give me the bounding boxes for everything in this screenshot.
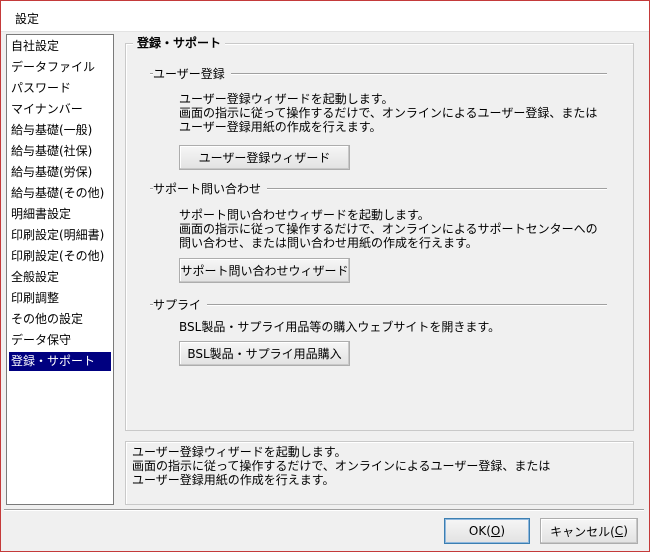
support-inquiry-wizard-button[interactable]: サポート問い合わせウィザード — [179, 258, 350, 283]
settings-category-list[interactable]: 自社設定 データファイル パスワード マイナンバー 給与基礎(一般) 給与基礎(… — [6, 34, 114, 505]
nav-item-print-other[interactable]: 印刷設定(その他) — [9, 247, 111, 266]
title-bar[interactable]: 設定 — [1, 1, 649, 32]
supply-divider — [150, 304, 607, 306]
nav-item-print-adjust[interactable]: 印刷調整 — [9, 289, 111, 308]
support-desc-2: 画面の指示に従って操作するだけで、オンラインによるサポートセンターへの — [179, 222, 598, 236]
ok-button[interactable]: OK(O) — [444, 518, 530, 544]
nav-item-salary-general[interactable]: 給与基礎(一般) — [9, 121, 111, 140]
supply-desc-1: BSL製品・サプライ用品等の購入ウェブサイトを開きます。 — [179, 320, 501, 334]
support-desc-1: サポート問い合わせウィザードを起動します。 — [179, 208, 430, 222]
nav-item-data-maintenance[interactable]: データ保守 — [9, 331, 111, 350]
user-reg-desc-1: ユーザー登録ウィザードを起動します。 — [179, 92, 394, 106]
cancel-button-suffix: ) — [623, 524, 628, 538]
nav-item-print-statement[interactable]: 印刷設定(明細書) — [9, 226, 111, 245]
nav-item-salary-other[interactable]: 給与基礎(その他) — [9, 184, 111, 203]
panel-title: 登録・サポート — [133, 34, 226, 52]
ok-button-suffix: ) — [500, 524, 506, 538]
ok-button-accel: O — [490, 524, 501, 538]
nav-item-salary-social[interactable]: 給与基礎(社保) — [9, 142, 111, 161]
cancel-button[interactable]: キャンセル(C) — [540, 518, 638, 544]
nav-item-company[interactable]: 自社設定 — [9, 37, 111, 56]
nav-item-my-number[interactable]: マイナンバー — [9, 100, 111, 119]
user-reg-label: ユーザー登録 — [153, 66, 231, 82]
nav-item-password[interactable]: パスワード — [9, 79, 111, 98]
help-line-1: ユーザー登録ウィザードを起動します。 — [132, 445, 347, 459]
support-label: サポート問い合わせ — [153, 181, 268, 197]
supply-label: サプライ — [153, 297, 208, 313]
help-line-3: ユーザー登録用紙の作成を行えます。 — [132, 473, 335, 487]
support-desc-3: 問い合わせ、または問い合わせ用紙の作成を行えます。 — [179, 236, 478, 250]
window-title: 設定 — [15, 12, 40, 26]
nav-item-other-settings[interactable]: その他の設定 — [9, 310, 111, 329]
user-reg-desc-3: ユーザー登録用紙の作成を行えます。 — [179, 120, 382, 134]
ok-button-label: OK( — [468, 524, 491, 538]
user-registration-wizard-button[interactable]: ユーザー登録ウィザード — [179, 145, 350, 170]
user-reg-desc-2: 画面の指示に従って操作するだけで、オンラインによるユーザー登録、または — [179, 106, 598, 120]
cancel-button-label: キャンセル( — [550, 524, 615, 539]
bsl-supply-purchase-button[interactable]: BSL製品・サプライ用品購入 — [179, 341, 350, 366]
nav-item-salary-labor[interactable]: 給与基礎(労保) — [9, 163, 111, 182]
help-line-2: 画面の指示に従って操作するだけで、オンラインによるユーザー登録、または — [132, 459, 551, 473]
nav-item-registration-support[interactable]: 登録・サポート — [9, 352, 111, 371]
cancel-button-accel: C — [614, 524, 624, 538]
footer-divider — [4, 509, 644, 511]
nav-item-data-file[interactable]: データファイル — [9, 58, 111, 77]
nav-item-general[interactable]: 全般設定 — [9, 268, 111, 287]
nav-item-statement[interactable]: 明細書設定 — [9, 205, 111, 224]
